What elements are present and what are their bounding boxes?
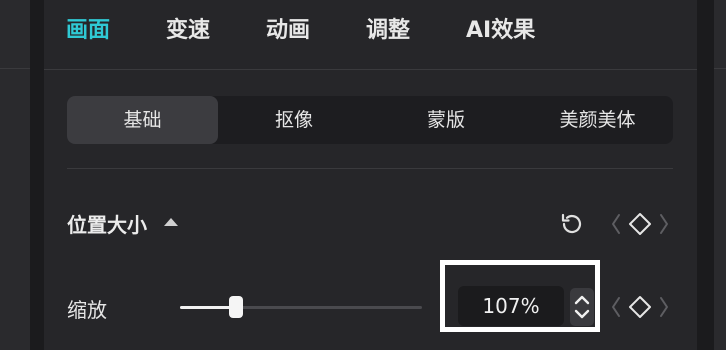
reset-icon[interactable] bbox=[559, 211, 585, 237]
tab-adjust[interactable]: 调整 bbox=[366, 12, 410, 44]
left-panel-divider bbox=[0, 68, 30, 69]
right-panel-edge bbox=[714, 0, 726, 350]
subtab-cutout[interactable]: 抠像 bbox=[218, 96, 370, 144]
right-panel-divider bbox=[714, 68, 726, 69]
left-panel-edge bbox=[0, 0, 30, 350]
section-divider bbox=[67, 168, 673, 169]
prev-keyframe-icon[interactable] bbox=[610, 213, 622, 235]
keyframe-diamond-icon[interactable] bbox=[628, 212, 652, 236]
tab-picture[interactable]: 画面 bbox=[66, 12, 110, 44]
top-tab-bar: 画面 变速 动画 调整 AI效果 bbox=[44, 0, 697, 70]
subtab-basic[interactable]: 基础 bbox=[67, 96, 218, 144]
next-keyframe-icon[interactable] bbox=[658, 296, 670, 318]
tab-animation[interactable]: 动画 bbox=[266, 12, 310, 44]
tab-speed[interactable]: 变速 bbox=[166, 12, 210, 44]
prev-keyframe-icon[interactable] bbox=[610, 296, 622, 318]
scale-label: 缩放 bbox=[67, 298, 107, 322]
keyframe-diamond-icon[interactable] bbox=[628, 295, 652, 319]
subtab-beauty[interactable]: 美颜美体 bbox=[522, 96, 673, 144]
stepper-icon[interactable] bbox=[570, 288, 594, 326]
tab-ai-effects[interactable]: AI效果 bbox=[466, 12, 535, 44]
scale-value-input[interactable]: 107% bbox=[458, 286, 564, 326]
section-title: 位置大小 bbox=[67, 213, 147, 237]
next-keyframe-icon[interactable] bbox=[658, 213, 670, 235]
scale-slider-thumb[interactable] bbox=[228, 296, 243, 318]
scale-slider[interactable] bbox=[180, 296, 422, 318]
subtab-mask[interactable]: 蒙版 bbox=[370, 96, 522, 144]
caret-up-icon[interactable] bbox=[164, 218, 178, 226]
subtab-segmented-control: 基础 抠像 蒙版 美颜美体 bbox=[67, 96, 673, 144]
scale-slider-fill bbox=[180, 306, 236, 309]
property-panel: 画面 变速 动画 调整 AI效果 基础 抠像 蒙版 美颜美体 位置大小 缩放 1… bbox=[44, 0, 697, 350]
